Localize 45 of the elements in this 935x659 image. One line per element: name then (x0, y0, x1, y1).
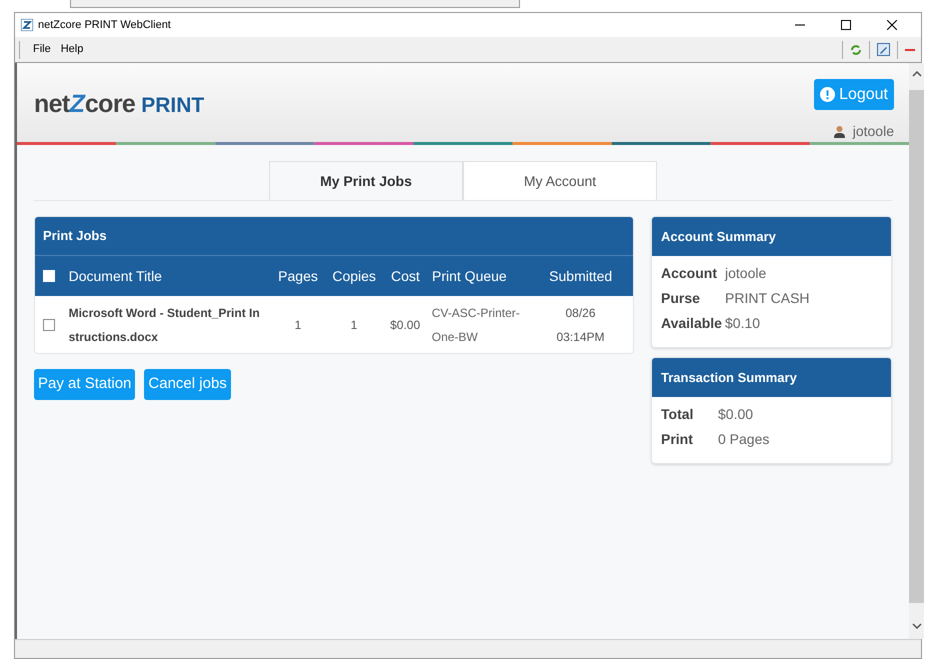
column-header: Submitted (548, 266, 614, 286)
panel-title: Print Jobs (43, 227, 107, 246)
table-cell-text: 08/26 03:14PM (555, 304, 606, 346)
maximize-icon (841, 20, 851, 30)
scroll-down-icon[interactable] (912, 623, 922, 629)
scrollbar[interactable] (909, 63, 924, 639)
app-icon (21, 19, 33, 31)
alert-icon (820, 87, 836, 102)
summary-value: $0.00 (718, 405, 754, 424)
menu-item[interactable]: File (28, 41, 56, 58)
minus-icon[interactable] (905, 48, 915, 52)
edit-icon[interactable] (877, 43, 890, 56)
table-cell-text: Microsoft Word - Student_Print Instructions.docx (68, 304, 261, 346)
column-header: Copies (331, 266, 377, 286)
column-header: Print Queue (431, 266, 508, 286)
window-title: netZcore PRINT WebClient (38, 18, 171, 33)
summary-value: PRINT CASH (725, 289, 810, 308)
table-cell-text: 1 (294, 316, 302, 334)
summary-value: jotoole (725, 264, 766, 283)
username: jotoole (852, 122, 894, 141)
scroll-up-icon[interactable] (912, 71, 922, 77)
summary-label: Available (661, 314, 723, 333)
column-header: Cost (390, 266, 421, 286)
minimize-icon (795, 24, 805, 26)
summary-label: Purse (661, 289, 701, 308)
table-cell-text: $0.00 (389, 316, 422, 334)
summary-label: Account (661, 264, 718, 283)
checkbox[interactable] (43, 318, 55, 330)
summary-value: $0.10 (725, 314, 760, 333)
refresh-icon[interactable] (850, 44, 862, 56)
tab[interactable]: My Account (463, 161, 657, 200)
summary-label: Total (661, 405, 694, 424)
column-header: Document Title (68, 266, 163, 286)
column-header: Pages (277, 266, 319, 286)
close-icon (887, 20, 897, 30)
table-cell-text: 1 (350, 316, 358, 334)
user-icon (834, 125, 845, 138)
table-cell-text: CV-ASC-Printer-One-BW (430, 304, 521, 346)
summary-value: 0 Pages (718, 430, 770, 449)
panel-title: Transaction Summary (661, 368, 797, 387)
menu-item[interactable]: Help (56, 41, 88, 58)
logo: netZcore PRINT (34, 92, 204, 117)
summary-label: Print (661, 430, 694, 449)
tab[interactable]: My Print Jobs (269, 161, 463, 200)
panel-title: Account Summary (661, 228, 776, 246)
